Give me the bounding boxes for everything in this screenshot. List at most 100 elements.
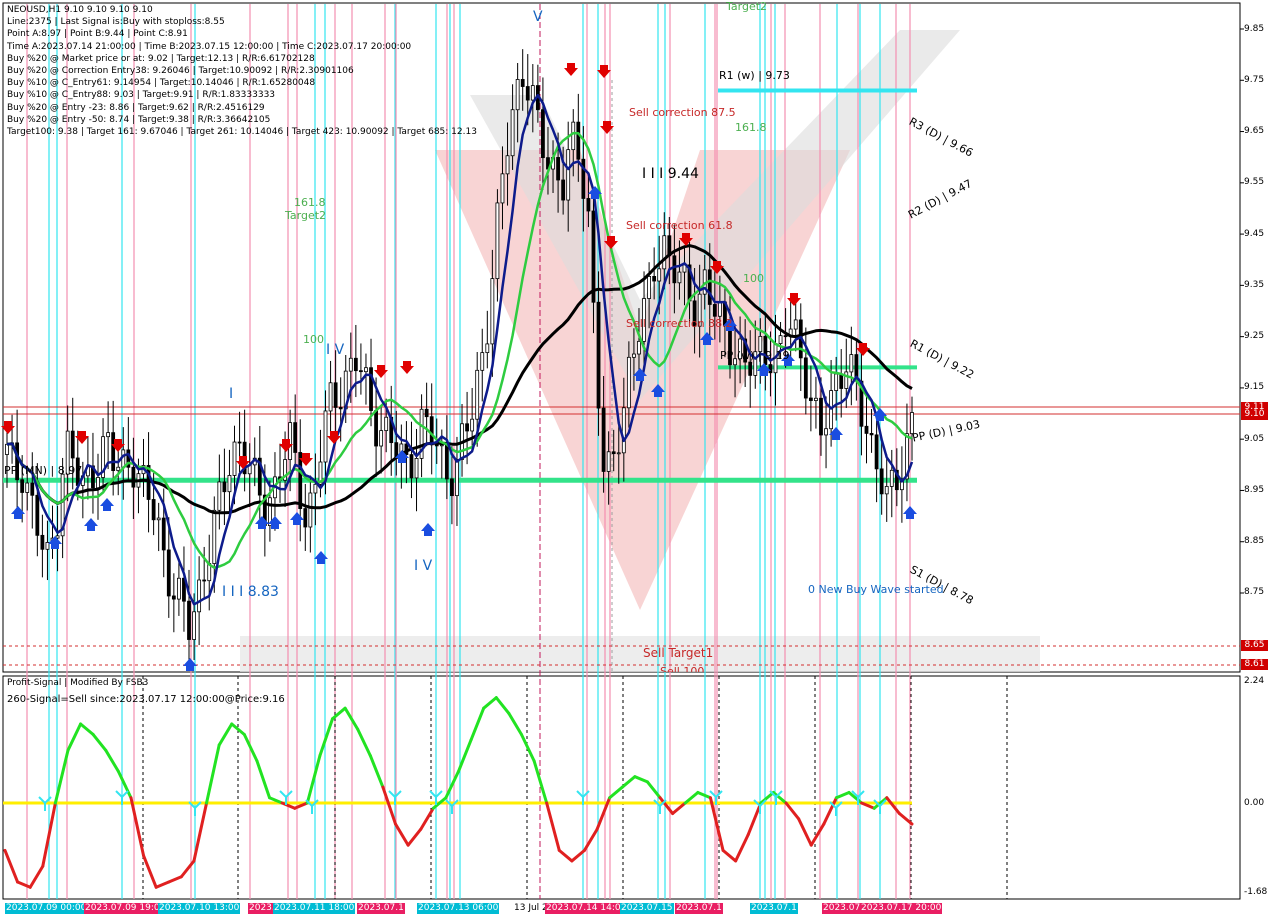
candle-body	[348, 357, 353, 372]
candle-body	[298, 452, 303, 509]
candle-body	[495, 202, 500, 280]
sell-correction-618-label: Sell correction 61.8	[626, 219, 733, 232]
candle-body	[202, 579, 207, 582]
info-line: Buy %20 @ Correction Entry38: 9.26046 | …	[7, 65, 354, 76]
time-label: 2023.07.11 18:00	[273, 903, 356, 914]
price-tick: 9.65	[1244, 126, 1265, 136]
oscillator-title: Profit-Signal | Modified By FSB3	[7, 678, 149, 688]
oscillator-signal-text: 260-Signal=Sell since:2023.07.17 12:00:0…	[7, 694, 285, 705]
candle-body	[308, 492, 313, 528]
price-tick: 9.75	[1244, 75, 1265, 85]
candle-body	[748, 361, 753, 376]
candle-body	[293, 422, 298, 453]
candle-body	[455, 459, 459, 497]
wave-iv-top-label: I V	[326, 342, 345, 358]
candle-body	[323, 410, 328, 463]
wave-b-label: I I I 9.44	[642, 166, 699, 182]
candle-body	[869, 433, 874, 436]
symbol-line: NEOUSD,H1 9.10 9.10 9.10 9.10	[7, 5, 153, 15]
candle-body	[111, 432, 116, 471]
sell-target1-label: Sell Target1	[643, 646, 714, 660]
target2-left-label: Target2	[285, 209, 327, 222]
candle-body	[793, 319, 798, 330]
candle-body	[510, 109, 515, 157]
candle-body	[217, 481, 222, 511]
sell-correction-382-label: Sell correction 38.2	[626, 317, 733, 330]
info-line: Buy %20 @ Market price or at: 9.02 | Tar…	[7, 53, 315, 64]
info-line: Buy %20 @ Entry -23: 8.86 | Target:9.62 …	[7, 102, 265, 113]
info-line: Point A:8.97 | Point B:9.44 | Point C:8.…	[7, 29, 188, 40]
watermark-text-band	[240, 636, 1040, 672]
candle-body	[621, 407, 626, 454]
osc-tick: 0.00	[1244, 798, 1265, 808]
candle-body	[530, 85, 535, 101]
fib-100-left-label: 100	[303, 333, 324, 346]
candle-body	[647, 276, 651, 299]
candle-body	[500, 173, 505, 204]
candle-body	[839, 373, 844, 389]
price-tag-current: 9.10	[1241, 409, 1268, 420]
info-line: Time A:2023.07.14 21:00:00 | Time B:2023…	[7, 41, 412, 52]
candle-body	[566, 149, 571, 201]
info-line: Buy %10 @ C_Entry88: 9.03 | Target:9.91 …	[7, 90, 276, 101]
candle-body	[328, 382, 333, 412]
candle-body	[879, 468, 884, 495]
candle-body	[192, 611, 196, 640]
candle-body	[40, 534, 45, 550]
candle-body	[379, 430, 384, 447]
candle-body	[874, 434, 879, 470]
time-label: 2023.07.10 13:00	[158, 903, 241, 914]
pp-monthly-label: PP (MN) | 8.97	[4, 464, 83, 477]
info-line: Line:2375 | Last Signal is:Buy with stop…	[7, 17, 225, 28]
osc-tick: -1.68	[1244, 887, 1268, 897]
candle-body	[359, 370, 363, 373]
info-line: Buy %20 @ Entry -50: 8.74 | Target:9.38 …	[7, 114, 271, 125]
fib-161-right-label: 161.8	[735, 121, 767, 134]
candle-body	[25, 482, 30, 493]
candle-body	[106, 432, 111, 438]
candle-body	[338, 407, 343, 410]
candle-body	[515, 79, 520, 111]
price-tick: 9.05	[1244, 434, 1265, 444]
candle-body	[525, 86, 530, 101]
candle-body	[5, 443, 9, 455]
candle-body	[414, 458, 419, 479]
candle-body	[712, 304, 717, 317]
candle-body	[232, 441, 237, 476]
candle-body	[677, 271, 682, 284]
price-tick: 8.75	[1244, 587, 1265, 597]
time-label: 2023.07.09 00:00	[5, 903, 88, 914]
time-label: 2023.07.1	[357, 903, 405, 914]
candle-body	[187, 600, 191, 640]
candle-body	[864, 425, 869, 434]
wave-iv-bottom-label: I V	[414, 558, 433, 574]
price-tick: 9.45	[1244, 229, 1265, 239]
candle-body	[849, 354, 854, 373]
candle-body	[222, 481, 227, 493]
candle-body	[409, 454, 414, 479]
candle-body	[237, 441, 242, 444]
candle-body	[561, 179, 566, 201]
fib-100-right-label: 100	[743, 272, 764, 285]
candle-body	[96, 477, 100, 489]
time-label: 2023.07.13 06:00	[417, 903, 500, 914]
pp-weekly-label: PP (w) | 9.19	[720, 349, 790, 362]
candle-body	[475, 369, 480, 420]
candle-body	[657, 268, 662, 282]
candle-body	[480, 352, 485, 371]
price-tick: 8.85	[1244, 536, 1265, 546]
candle-body	[541, 109, 545, 159]
candle-body	[596, 301, 601, 409]
price-tick: 9.15	[1244, 382, 1265, 392]
candle-body	[35, 494, 40, 536]
candle-body	[707, 269, 712, 305]
price-tick: 9.35	[1244, 280, 1265, 290]
sell-100-label: Sell 100	[660, 665, 705, 672]
candle-body	[171, 595, 176, 600]
sell-correction-875-label: Sell correction 87.5	[629, 106, 736, 119]
fib-161-left-label: 161.8	[294, 196, 326, 209]
candle-body	[884, 486, 889, 495]
candle-body	[556, 157, 560, 181]
candle-body	[70, 430, 75, 459]
candle-body	[783, 335, 788, 338]
